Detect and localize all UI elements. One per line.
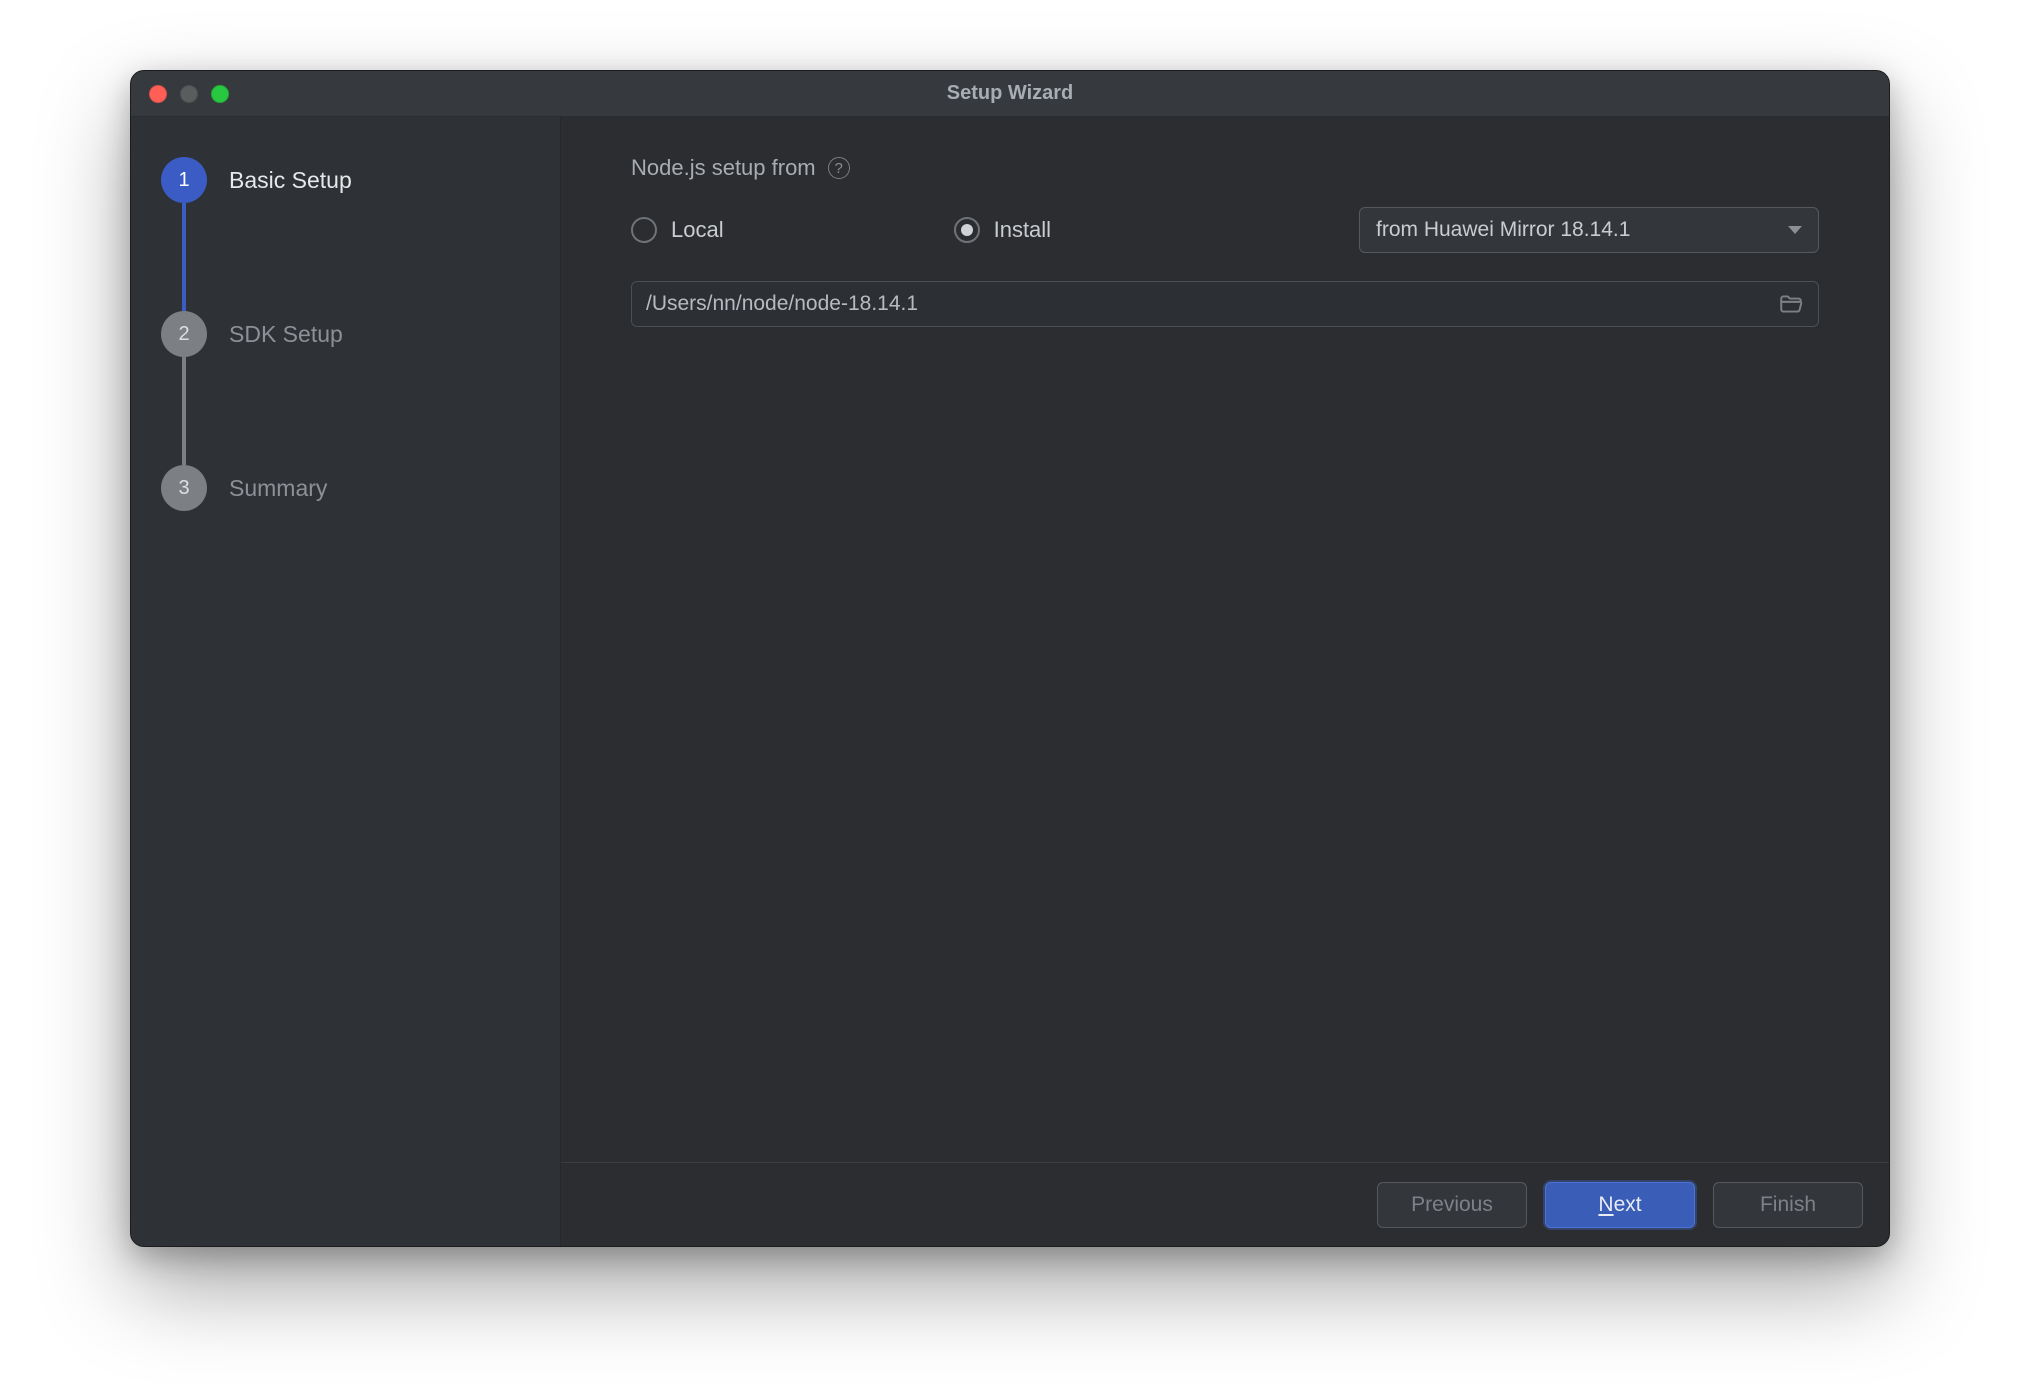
footer: Previous Next Finish xyxy=(561,1162,1889,1246)
button-label: Finish xyxy=(1760,1193,1816,1217)
radio-install[interactable]: Install xyxy=(954,217,1051,243)
select-value: from Huawei Mirror 18.14.1 xyxy=(1376,218,1630,242)
step-label: SDK Setup xyxy=(229,321,343,348)
folder-open-icon[interactable] xyxy=(1778,291,1804,317)
content: Node.js setup from ? Local Install xyxy=(561,117,1889,1162)
step-connector xyxy=(182,357,186,465)
chevron-down-icon xyxy=(1788,226,1802,234)
help-icon[interactable]: ? xyxy=(828,157,850,179)
step-label: Basic Setup xyxy=(229,167,352,194)
section-title-row: Node.js setup from ? xyxy=(631,155,1819,181)
traffic-lights xyxy=(149,85,229,103)
step-number: 2 xyxy=(161,311,207,357)
radio-label: Install xyxy=(994,217,1051,243)
step-sdk-setup[interactable]: 2 SDK Setup xyxy=(161,311,530,357)
window-title: Setup Wizard xyxy=(131,82,1889,105)
next-button[interactable]: Next xyxy=(1545,1182,1695,1228)
window-body: 1 Basic Setup 2 SDK Setup 3 Summary Nod xyxy=(131,117,1889,1246)
steps-list: 1 Basic Setup 2 SDK Setup 3 Summary xyxy=(161,157,530,511)
titlebar: Setup Wizard xyxy=(131,71,1889,117)
previous-button[interactable]: Previous xyxy=(1377,1182,1527,1228)
zoom-icon[interactable] xyxy=(211,85,229,103)
sidebar: 1 Basic Setup 2 SDK Setup 3 Summary xyxy=(131,117,561,1246)
radio-local[interactable]: Local xyxy=(631,217,724,243)
step-basic-setup[interactable]: 1 Basic Setup xyxy=(161,157,530,203)
step-number: 3 xyxy=(161,465,207,511)
close-icon[interactable] xyxy=(149,85,167,103)
setup-wizard-window: Setup Wizard 1 Basic Setup 2 SDK Setup 3… xyxy=(130,70,1890,1247)
main-panel: Node.js setup from ? Local Install xyxy=(561,117,1889,1246)
step-summary[interactable]: 3 Summary xyxy=(161,465,530,511)
install-source-select[interactable]: from Huawei Mirror 18.14.1 xyxy=(1359,207,1819,253)
finish-button[interactable]: Finish xyxy=(1713,1182,1863,1228)
button-label: Previous xyxy=(1411,1193,1493,1217)
radio-outer xyxy=(954,217,980,243)
step-number: 1 xyxy=(161,157,207,203)
step-connector xyxy=(182,203,186,311)
button-label: Next xyxy=(1598,1193,1641,1217)
install-path-field[interactable] xyxy=(631,281,1819,327)
minimize-icon[interactable] xyxy=(180,85,198,103)
radio-row: Local Install from Huawei Mirror 18.14.1 xyxy=(631,207,1819,253)
radio-outer xyxy=(631,217,657,243)
radio-label: Local xyxy=(671,217,724,243)
section-title: Node.js setup from xyxy=(631,155,816,181)
install-path-input[interactable] xyxy=(646,292,1764,316)
step-label: Summary xyxy=(229,475,327,502)
